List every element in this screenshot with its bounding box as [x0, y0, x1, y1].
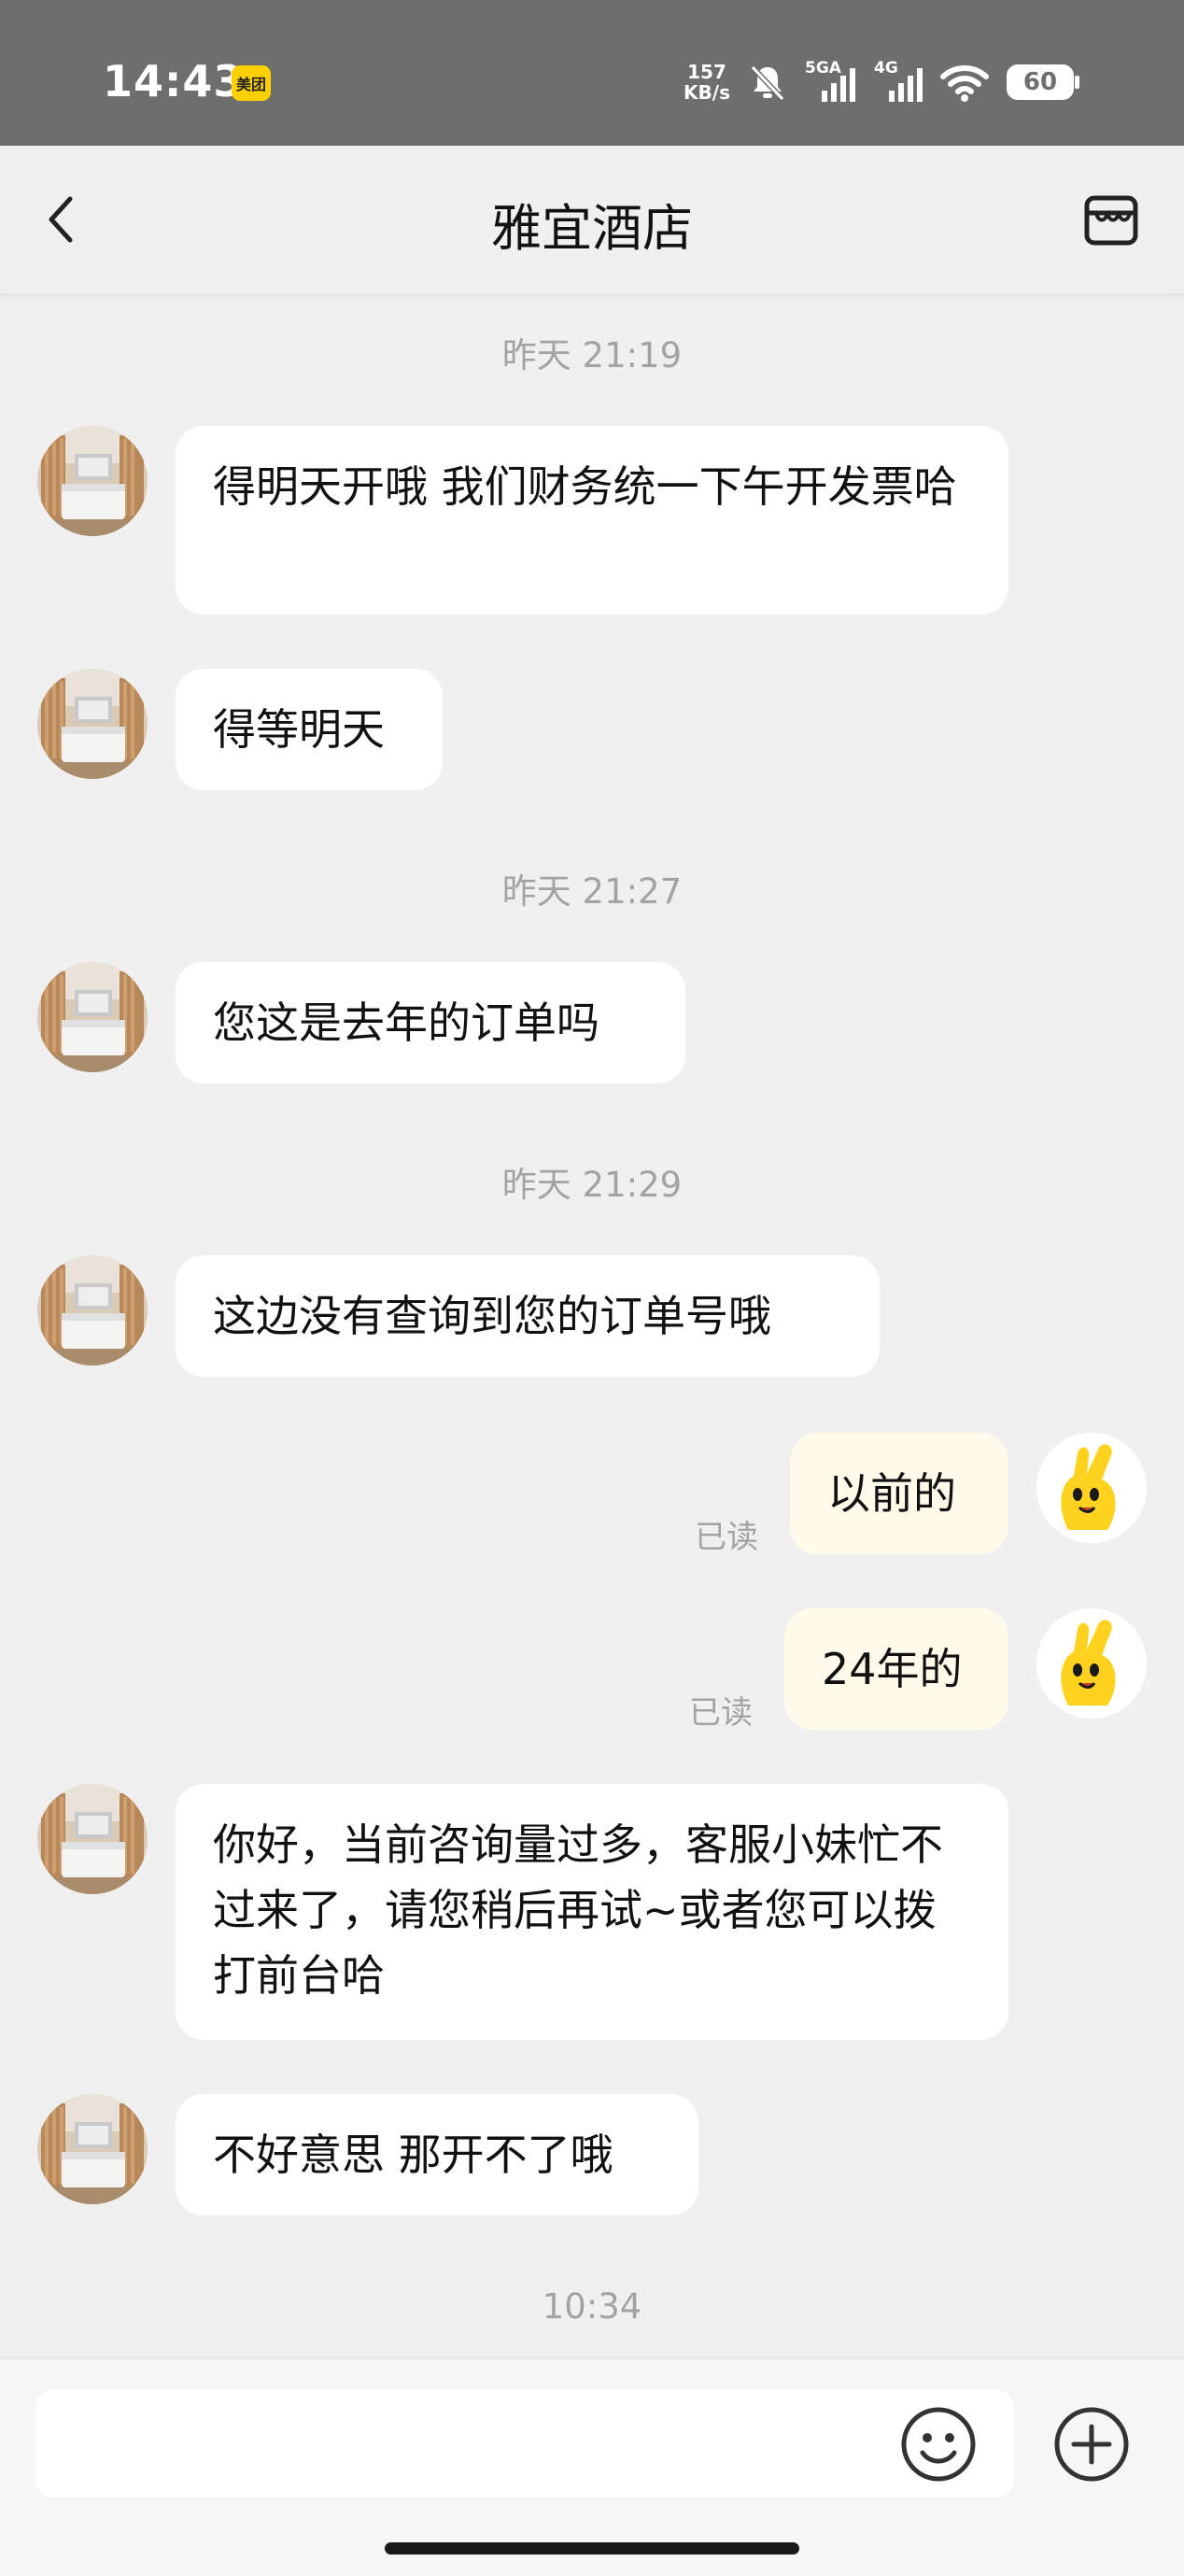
timestamp-separator: 昨天 21:27: [501, 871, 683, 912]
hotel-avatar[interactable]: [37, 2094, 148, 2204]
wifi-icon: [939, 62, 990, 103]
mute-icon: [747, 62, 788, 103]
plus-icon: [1054, 2407, 1129, 2482]
network-speed-unit: KB/s: [684, 81, 730, 104]
signal-5ga-icon: 5GA: [805, 59, 855, 106]
signal-4g-label: 4G: [874, 59, 898, 78]
timestamp-separator: 10:34: [542, 2286, 642, 2327]
read-status: 已读: [695, 1519, 758, 1556]
incoming-message-bubble[interactable]: 得等明天: [176, 669, 443, 790]
status-bar: 14:43 美团 157 KB/s 5GA 4G 60: [0, 0, 1184, 146]
shop-button[interactable]: [1076, 185, 1147, 256]
emoji-icon: [901, 2407, 976, 2482]
message-input[interactable]: [35, 2389, 1014, 2498]
timestamp-separator: 昨天 21:19: [501, 335, 683, 375]
hotel-avatar[interactable]: [37, 1784, 148, 1894]
meituan-app-icon: 美团: [232, 65, 271, 101]
incoming-message-bubble[interactable]: 不好意思 那开不了哦: [176, 2094, 698, 2215]
incoming-message-bubble[interactable]: 这边没有查询到您的订单号哦: [176, 1255, 880, 1377]
outgoing-message-bubble[interactable]: 24年的: [784, 1608, 1008, 1730]
hotel-avatar[interactable]: [37, 426, 148, 536]
home-indicator[interactable]: [385, 2542, 799, 2555]
timestamp-separator: 昨天 21:29: [501, 1165, 683, 1205]
outgoing-message-bubble[interactable]: 以前的: [790, 1433, 1008, 1554]
network-speed-value: 157: [687, 61, 726, 83]
shop-icon: [1084, 195, 1138, 246]
hotel-avatar[interactable]: [37, 1255, 148, 1366]
status-time: 14:43: [103, 56, 245, 106]
read-status: 已读: [689, 1694, 753, 1732]
status-icons: 157 KB/s 5GA 4G 60: [684, 54, 1079, 110]
nav-bar: 雅宜酒店: [0, 146, 1184, 295]
hotel-avatar[interactable]: [37, 962, 148, 1072]
hotel-avatar[interactable]: [37, 669, 148, 779]
incoming-message-bubble[interactable]: 您这是去年的订单吗: [176, 962, 685, 1083]
battery-icon: 60: [1007, 64, 1079, 100]
user-avatar[interactable]: [1036, 1608, 1147, 1719]
more-button[interactable]: [1051, 2404, 1132, 2484]
user-avatar[interactable]: [1036, 1433, 1147, 1543]
signal-5ga-label: 5GA: [805, 59, 841, 78]
incoming-message-bubble[interactable]: 得明天开哦 我们财务统一下午开发票哈: [176, 426, 1008, 615]
signal-4g-icon: 4G: [872, 59, 923, 106]
emoji-button[interactable]: [898, 2404, 979, 2484]
incoming-message-bubble[interactable]: 你好，当前咨询量过多，客服小妹忙不过来了，请您稍后再试~或者您可以拨打前台哈: [176, 1784, 1008, 2040]
network-speed: 157 KB/s: [684, 62, 730, 103]
page-title: 雅宜酒店: [491, 199, 693, 258]
